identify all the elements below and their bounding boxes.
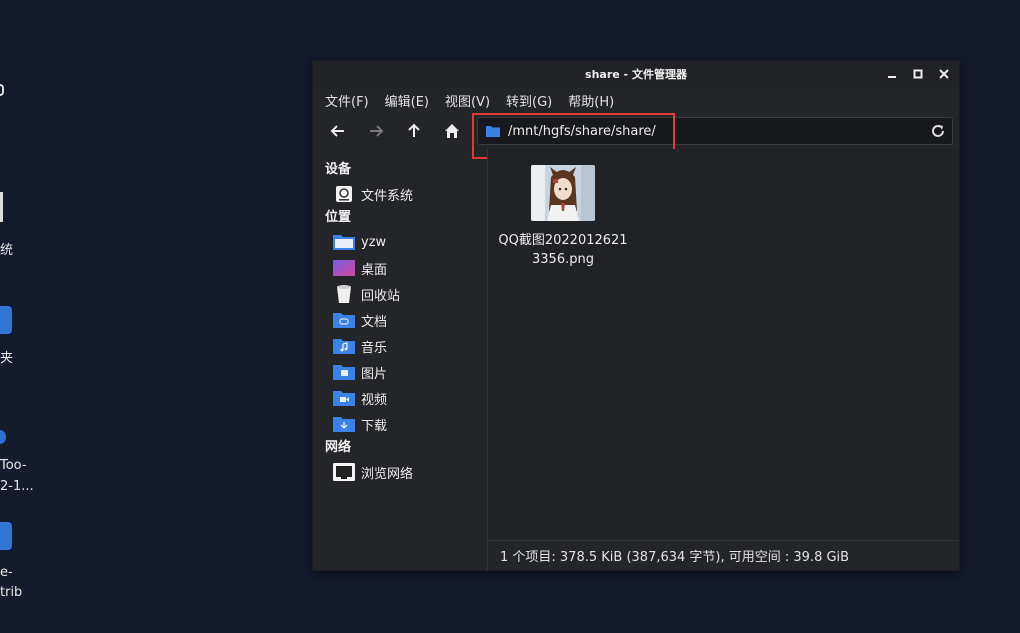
menu-help[interactable]: 帮助(H)	[568, 91, 614, 110]
sidebar-item-label: 视频	[361, 392, 388, 408]
desktop-app-icon[interactable]	[0, 430, 6, 444]
desktop-folder-icon[interactable]	[0, 522, 12, 550]
menu-bar: 文件(F) 编辑(E) 视图(V) 转到(G) 帮助(H)	[313, 87, 959, 113]
folder-icon	[486, 126, 500, 137]
sidebar-item-label: 桌面	[361, 262, 388, 278]
sidebar-item-pictures[interactable]: 图片	[313, 359, 487, 385]
sidebar-item-label: 文件系统	[361, 188, 414, 204]
reload-button[interactable]	[930, 123, 946, 139]
toolbar: /mnt/hgfs/share/share/	[313, 113, 959, 159]
sidebar-item-label: yzw	[361, 234, 387, 250]
sidebar-section-network: 网络	[325, 440, 352, 455]
desktop-icon	[333, 259, 355, 277]
file-manager-window: share - 文件管理器 文件(F) 编辑(E) 视图(V) 转到(G) 帮助…	[312, 60, 960, 571]
sidebar-item-label: 回收站	[361, 288, 401, 304]
sidebar-item-label: 下载	[361, 418, 388, 434]
back-button[interactable]	[325, 118, 351, 144]
sidebar-item-trash[interactable]: 回收站	[313, 281, 487, 307]
sidebar-section-places: 位置	[325, 210, 352, 225]
arrow-left-icon	[330, 125, 344, 137]
trash-icon	[333, 285, 355, 303]
desktop-icon-label: Too-	[0, 458, 27, 473]
videos-folder-icon	[333, 389, 355, 407]
file-item[interactable]: QQ截图20220126213356.png	[496, 165, 630, 269]
sidebar-item-label: 浏览网络	[361, 466, 414, 482]
arrow-up-icon	[408, 123, 420, 137]
music-folder-icon	[333, 337, 355, 355]
close-button[interactable]	[937, 67, 951, 81]
sidebar-section-devices: 设备	[325, 162, 352, 177]
status-text: 1 个项目: 378.5 KiB (387,634 字节), 可用空间 : 39…	[500, 550, 850, 565]
file-view[interactable]: QQ截图20220126213356.png 1 个项目: 378.5 KiB …	[487, 149, 959, 570]
title-bar[interactable]: share - 文件管理器	[313, 61, 959, 87]
sidebar-item-desktop[interactable]: 桌面	[313, 255, 487, 281]
arrow-right-icon	[370, 125, 384, 137]
home-button[interactable]	[439, 118, 465, 144]
desktop-icon-label: e-	[0, 565, 13, 580]
minimize-icon	[888, 76, 896, 78]
sidebar-item-browse-network[interactable]: 浏览网络	[313, 459, 487, 485]
home-folder-icon	[333, 233, 355, 251]
close-icon	[939, 69, 949, 79]
desktop-icon-label: trib	[0, 585, 23, 600]
sidebar: 设备 文件系统 位置 yzw 桌面 回收站 文档 音乐 图片 视频 下载 网络 …	[313, 149, 487, 570]
sidebar-item-label: 音乐	[361, 340, 388, 356]
home-icon	[445, 124, 459, 138]
desktop-icon-label: 2-1...	[0, 479, 34, 494]
sidebar-item-filesystem[interactable]: 文件系统	[313, 181, 487, 207]
sidebar-item-label: 图片	[361, 366, 388, 382]
sidebar-item-downloads[interactable]: 下载	[313, 411, 487, 437]
desktop-icon-partial[interactable]	[0, 84, 4, 96]
menu-edit[interactable]: 编辑(E)	[385, 91, 429, 110]
maximize-button[interactable]	[911, 67, 925, 81]
image-thumbnail	[531, 165, 595, 221]
minimize-button[interactable]	[885, 67, 899, 81]
menu-file[interactable]: 文件(F)	[325, 91, 369, 110]
sidebar-item-documents[interactable]: 文档	[313, 307, 487, 333]
content-area: 设备 文件系统 位置 yzw 桌面 回收站 文档 音乐 图片 视频 下载 网络 …	[313, 149, 959, 570]
location-bar[interactable]: /mnt/hgfs/share/share/	[477, 117, 953, 145]
window-title: share - 文件管理器	[585, 68, 687, 81]
desktop-icon-label: 夹	[0, 351, 14, 366]
sidebar-item-videos[interactable]: 视频	[313, 385, 487, 411]
reload-icon	[932, 125, 944, 137]
downloads-folder-icon	[333, 415, 355, 433]
desktop-folder-icon[interactable]	[0, 306, 12, 334]
desktop-icon-label: 统	[0, 243, 14, 258]
drive-icon	[333, 185, 355, 203]
menu-go[interactable]: 转到(G)	[506, 91, 552, 110]
sidebar-item-music[interactable]: 音乐	[313, 333, 487, 359]
maximize-icon	[913, 69, 923, 79]
location-path: /mnt/hgfs/share/share/	[508, 123, 656, 139]
forward-button[interactable]	[363, 118, 389, 144]
network-icon	[333, 463, 355, 481]
desktop-icon-partial[interactable]	[0, 192, 3, 222]
sidebar-item-label: 文档	[361, 314, 388, 330]
file-name: QQ截图20220126213356.png	[498, 233, 628, 267]
menu-view[interactable]: 视图(V)	[445, 91, 490, 110]
up-button[interactable]	[401, 118, 427, 144]
pictures-folder-icon	[333, 363, 355, 381]
documents-folder-icon	[333, 311, 355, 329]
sidebar-item-home[interactable]: yzw	[313, 229, 487, 255]
status-bar: 1 个项目: 378.5 KiB (387,634 字节), 可用空间 : 39…	[488, 540, 959, 570]
